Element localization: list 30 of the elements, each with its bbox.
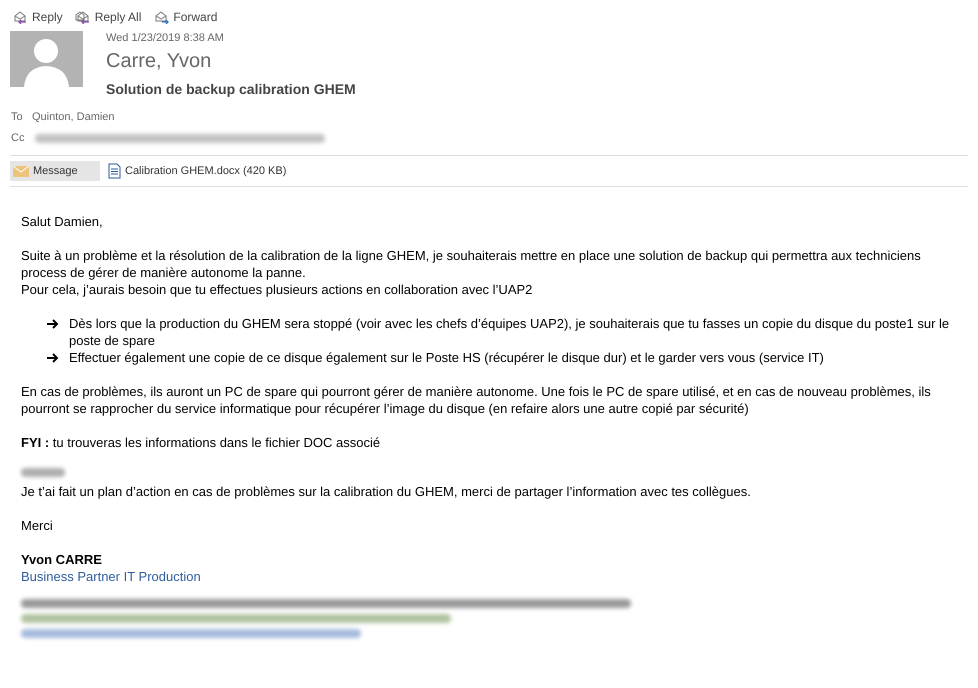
sent-date: Wed 1/23/2019 8:38 AM — [106, 31, 225, 45]
paragraph: Suite à un problème et la résolution de la calibration de la ligne GHEM, je souhaiterais mettre en place une solution de backup qui permettra aux techniciens process de gérer de manière autonome la panne. Pour cela, j’aurais besoin que tu effectues plusieurs actions en collaboration avec l’UAP2 — [21, 247, 922, 298]
envelope-arrow-icon — [74, 10, 91, 24]
signature-title: Business Partner IT Production — [21, 568, 202, 585]
paragraph: FYI : tu trouveras les informations dans le fichier DOC associé — [21, 434, 382, 451]
paragraph: Salut Damien, — [21, 213, 104, 230]
document-icon — [108, 163, 121, 179]
bullet-text: Effectuer également une copie de ce disque également sur le Poste HS (récupérer le disque dur) et le garder vers vous (service IT) — [69, 349, 824, 366]
signature-name: Yvon CARRE — [21, 551, 103, 568]
reply-all-button[interactable]: Reply All — [74, 8, 142, 26]
arrow-bullet-icon — [47, 353, 59, 363]
arrow-bullet-icon — [47, 319, 59, 329]
to-label: To — [11, 110, 24, 125]
avatar-icon — [10, 31, 83, 87]
subject: Solution de backup calibration GHEM — [106, 80, 356, 99]
attachment-item[interactable]: Calibration GHEM.docx (420 KB) — [106, 161, 288, 181]
sender-name: Carre, Yvon — [106, 49, 212, 74]
envelope-arrow-icon — [12, 10, 28, 24]
paragraph: En cas de problèmes, ils auront un PC de spare qui pourront gérer de manière autonome. Une fois le PC de spare utilisé, et en cas de nouveau problèmes, ils pourront se rapprocher du service informatique pour récupérer l’image du disque (en refaire alors une autre copié par sécurité) — [21, 383, 932, 417]
reply-button[interactable]: Reply — [12, 8, 63, 26]
cc-label: Cc — [11, 130, 26, 146]
redacted-text — [21, 468, 65, 477]
recipient: Quinton, Damien — [32, 110, 115, 125]
paragraph: Merci — [21, 517, 54, 534]
envelope-icon — [13, 166, 29, 176]
paragraph: Je t’ai fait un plan d’action en cas de problèmes sur la calibration du GHEM, merci de partager l’information avec tes collègues. — [21, 483, 752, 500]
envelope-arrow-icon — [153, 10, 170, 24]
message-tab[interactable]: Message — [10, 161, 100, 181]
bullet-text: Dès lors que la production du GHEM sera stoppé (voir avec les chefs d’équipes UAP2), je souhaiterais que tu fasses un copie du disque du poste1 sur le poste de spare — [69, 315, 950, 349]
forward-button[interactable]: Forward — [153, 8, 218, 26]
